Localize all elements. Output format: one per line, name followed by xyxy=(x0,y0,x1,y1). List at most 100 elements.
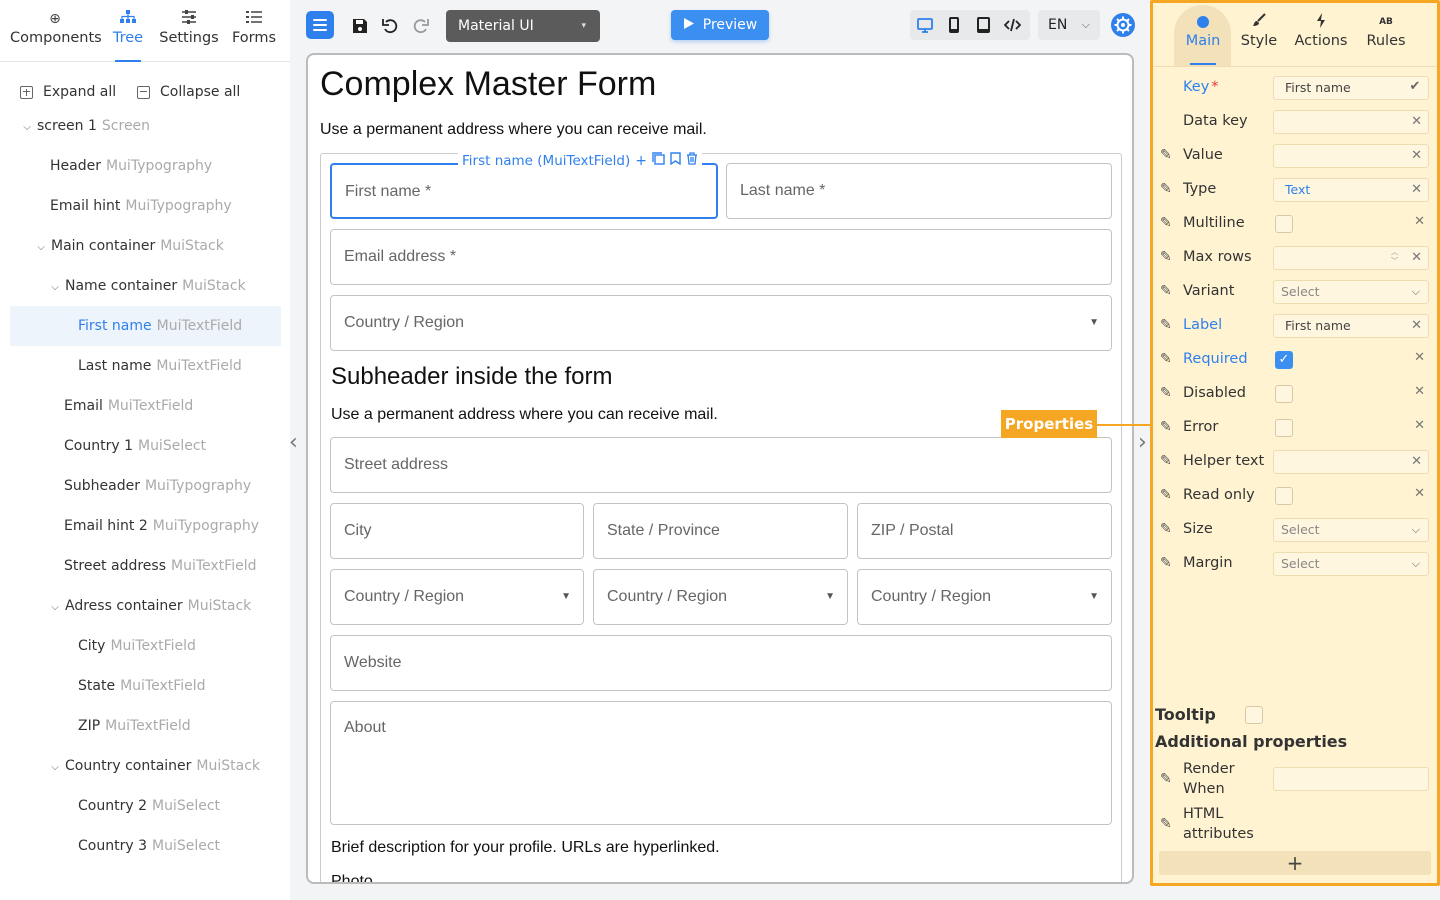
clear-icon[interactable]: ✕ xyxy=(1414,214,1425,229)
chevron-down-icon[interactable]: ⌵ xyxy=(20,108,34,148)
tab-rules[interactable]: AB Rules xyxy=(1363,13,1409,65)
code-icon[interactable] xyxy=(999,12,1025,38)
tree-item[interactable]: ⌵ Country container MuiStack xyxy=(0,746,290,786)
tree-item[interactable]: First name MuiTextField xyxy=(10,306,281,346)
pencil-icon[interactable]: ✎ xyxy=(1160,555,1172,571)
phone-icon[interactable] xyxy=(941,12,967,38)
undo-icon[interactable] xyxy=(376,12,404,40)
pencil-icon[interactable]: ✎ xyxy=(1160,249,1172,265)
pencil-icon[interactable]: ✎ xyxy=(1160,385,1172,401)
pencil-icon[interactable]: ✎ xyxy=(1160,351,1172,367)
clear-icon[interactable]: ✕ xyxy=(1411,179,1422,201)
clear-icon[interactable]: ✕ xyxy=(1414,418,1425,433)
redo-icon[interactable] xyxy=(406,12,434,40)
prop-type-input[interactable]: Text ✕ xyxy=(1273,178,1429,202)
collapse-left-icon[interactable]: ‹ xyxy=(289,430,298,455)
collapse-all-button[interactable]: Collapse all xyxy=(137,84,240,100)
delete-icon[interactable] xyxy=(686,152,698,170)
pencil-icon[interactable]: ✎ xyxy=(1160,816,1172,832)
stepper-icon[interactable]: ︿ ﹀ xyxy=(1391,248,1398,266)
multiline-checkbox[interactable] xyxy=(1275,215,1293,233)
copy-icon[interactable] xyxy=(652,152,665,170)
prop-value-input[interactable]: ✕ xyxy=(1273,144,1429,168)
tab-forms[interactable]: Forms xyxy=(228,10,280,62)
clear-icon[interactable]: ✕ xyxy=(1411,315,1422,337)
pencil-icon[interactable]: ✎ xyxy=(1160,147,1172,163)
prop-label-input[interactable]: First name ✕ xyxy=(1273,314,1429,338)
tree-item[interactable]: ⌵ Name container MuiStack xyxy=(0,266,290,306)
clear-icon[interactable]: ✕ xyxy=(1414,486,1425,501)
tree-item[interactable]: Country 1 MuiSelect xyxy=(0,426,290,466)
pencil-icon[interactable]: ✎ xyxy=(1160,215,1172,231)
state-field[interactable]: State / Province xyxy=(593,503,848,559)
pencil-icon[interactable]: ✎ xyxy=(1160,283,1172,299)
tree-item[interactable]: Email hint MuiTypography xyxy=(0,186,290,226)
prop-size-select[interactable]: Select ⌵ xyxy=(1273,518,1429,542)
save-icon[interactable] xyxy=(346,12,374,40)
collapse-right-icon[interactable]: › xyxy=(1138,430,1147,455)
tree-item[interactable]: Last name MuiTextField xyxy=(0,346,290,386)
readonly-checkbox[interactable] xyxy=(1275,487,1293,505)
tree-item[interactable]: Email MuiTextField xyxy=(0,386,290,426)
pencil-icon[interactable]: ✎ xyxy=(1160,521,1172,537)
last-name-field[interactable]: Last name * xyxy=(726,163,1112,219)
chevron-down-icon[interactable]: ⌵ xyxy=(34,228,48,268)
clear-icon[interactable]: ✕ xyxy=(1414,350,1425,365)
chevron-down-icon[interactable]: ⌵ xyxy=(48,588,62,628)
prop-helper-input[interactable]: ✕ xyxy=(1273,450,1429,474)
tree-item[interactable]: City MuiTextField xyxy=(0,626,290,666)
theme-select[interactable]: Material UI ▾ xyxy=(446,10,600,42)
pencil-icon[interactable]: ✎ xyxy=(1160,317,1172,333)
pencil-icon[interactable]: ✎ xyxy=(1160,453,1172,469)
tree-item[interactable]: State MuiTextField xyxy=(0,666,290,706)
city-field[interactable]: City xyxy=(330,503,584,559)
error-checkbox[interactable] xyxy=(1275,419,1293,437)
tab-actions[interactable]: Actions xyxy=(1293,13,1349,65)
tab-style[interactable]: Style xyxy=(1239,13,1279,65)
clear-icon[interactable]: ✕ xyxy=(1411,247,1422,269)
tablet-icon[interactable] xyxy=(970,12,996,38)
required-checkbox[interactable]: ✓ xyxy=(1275,351,1293,369)
prop-variant-select[interactable]: Select ⌵ xyxy=(1273,280,1429,304)
bookmark-icon[interactable] xyxy=(670,152,681,170)
pencil-icon[interactable]: ✎ xyxy=(1160,419,1172,435)
first-name-field[interactable]: First name * xyxy=(330,163,718,219)
preview-button[interactable]: Preview xyxy=(671,10,769,40)
clear-icon[interactable]: ✕ xyxy=(1411,145,1422,167)
prop-data-key-input[interactable]: ✕ xyxy=(1273,110,1429,134)
clear-icon[interactable]: ✕ xyxy=(1414,384,1425,399)
zip-field[interactable]: ZIP / Postal xyxy=(857,503,1112,559)
country-2-select[interactable]: Country / Region ▼ xyxy=(330,569,584,625)
about-field[interactable]: About xyxy=(330,701,1112,825)
tree-item[interactable]: Country 2 MuiSelect xyxy=(0,786,290,826)
disabled-checkbox[interactable] xyxy=(1275,385,1293,403)
add-icon[interactable]: + xyxy=(635,152,647,170)
chevron-down-icon[interactable]: ⌵ xyxy=(48,268,62,308)
tab-components[interactable]: ⊕ Components xyxy=(10,10,102,62)
expand-all-button[interactable]: Expand all xyxy=(20,84,116,100)
country-1-select[interactable]: Country / Region ▼ xyxy=(330,295,1112,351)
tree-item[interactable]: Subheader MuiTypography xyxy=(0,466,290,506)
tree-item[interactable]: ZIP MuiTextField xyxy=(0,706,290,746)
country-4-select[interactable]: Country / Region ▼ xyxy=(857,569,1112,625)
tree-item[interactable]: Country 3 MuiSelect xyxy=(0,826,290,866)
street-address-field[interactable]: Street address xyxy=(330,437,1112,493)
tree-item[interactable]: Header MuiTypography xyxy=(0,146,290,186)
add-attribute-button[interactable]: + xyxy=(1159,851,1431,875)
tree-item[interactable]: Email hint 2 MuiTypography xyxy=(0,506,290,546)
language-select[interactable]: EN ⌵ xyxy=(1038,10,1100,40)
email-field[interactable]: Email address * xyxy=(330,229,1112,285)
pencil-icon[interactable]: ✎ xyxy=(1160,487,1172,503)
prop-render-when-input[interactable] xyxy=(1273,767,1429,791)
chevron-down-icon[interactable]: ⌵ xyxy=(48,748,62,788)
clear-icon[interactable]: ✕ xyxy=(1411,111,1422,133)
tooltip-checkbox[interactable] xyxy=(1245,706,1263,724)
check-icon[interactable]: ✔ xyxy=(1402,76,1428,100)
prop-max-rows-input[interactable]: ︿ ﹀ ✕ xyxy=(1273,246,1429,270)
prop-key-input[interactable]: First name ✔ xyxy=(1273,76,1429,100)
tree-item[interactable]: ⌵ Main container MuiStack xyxy=(0,226,290,266)
desktop-icon[interactable] xyxy=(912,12,938,38)
country-3-select[interactable]: Country / Region ▼ xyxy=(593,569,848,625)
tab-main[interactable]: Main xyxy=(1177,13,1229,65)
pencil-icon[interactable]: ✎ xyxy=(1160,181,1172,197)
